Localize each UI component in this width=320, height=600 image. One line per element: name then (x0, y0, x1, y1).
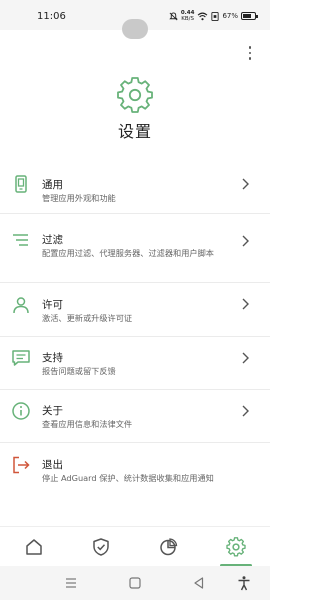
shield-check-icon[interactable] (91, 537, 111, 557)
menu-item-subtitle: 配置应用过滤、代理服务器、过滤器和用户脚本 (42, 248, 214, 258)
home-icon[interactable] (24, 537, 44, 557)
sim-icon (211, 11, 220, 21)
camera-cutout (122, 19, 148, 39)
chevron-right-icon (242, 298, 249, 310)
mute-icon (169, 11, 178, 20)
wifi-icon (198, 12, 208, 20)
gear-icon (117, 77, 153, 113)
menu-item-title: 许可 (42, 299, 63, 311)
menu-item-title: 支持 (42, 352, 63, 364)
menu-item-title: 通用 (42, 179, 63, 191)
more-vertical-icon (248, 46, 252, 49)
back-triangle-icon[interactable] (191, 575, 207, 591)
menu-icon[interactable] (63, 575, 79, 591)
battery-icon (241, 12, 258, 20)
more-options-button[interactable] (244, 44, 256, 62)
menu-item-about[interactable]: 关于 查看应用信息和法律文件 (0, 390, 270, 443)
menu-item-title: 关于 (42, 405, 63, 417)
status-time: 11:06 (37, 11, 66, 22)
exit-icon (13, 456, 30, 474)
chevron-right-icon (242, 352, 249, 364)
menu-item-support[interactable]: 支持 报告问题或留下反馈 (0, 337, 270, 390)
menu-item-subtitle: 停止 AdGuard 保护、统计数据收集和应用通知 (42, 473, 214, 483)
accessibility-icon[interactable] (236, 575, 252, 591)
chevron-right-icon (242, 405, 249, 417)
menu-item-title: 过滤 (42, 234, 63, 246)
net-speed-unit: KB/S (181, 16, 195, 22)
menu-item-subtitle: 管理应用外观和功能 (42, 193, 116, 203)
system-nav-bar (0, 566, 270, 600)
page-title: 设置 (117, 122, 152, 141)
home-square-icon[interactable] (127, 575, 143, 591)
menu-item-filtering[interactable]: 过滤 配置应用过滤、代理服务器、过滤器和用户脚本 (0, 214, 270, 283)
person-icon (13, 297, 29, 314)
chevron-right-icon (242, 235, 249, 247)
chevron-right-icon (242, 178, 249, 190)
info-icon (12, 402, 30, 420)
phone-icon (15, 175, 27, 193)
menu-item-subtitle: 查看应用信息和法律文件 (42, 419, 133, 429)
menu-item-subtitle: 激活、更新或升级许可证 (42, 313, 133, 323)
settings-icon[interactable] (226, 537, 246, 557)
menu-item-license[interactable]: 许可 激活、更新或升级许可证 (0, 283, 270, 337)
filter-lines-icon (13, 234, 28, 246)
menu-item-subtitle: 报告问题或留下反馈 (42, 366, 116, 376)
bottom-nav (0, 526, 270, 567)
menu-item-general[interactable]: 通用 管理应用外观和功能 (0, 158, 270, 214)
statistics-icon[interactable] (158, 537, 178, 557)
chat-icon (12, 350, 30, 366)
net-speed: 0.44 KB/S (181, 10, 195, 22)
menu-item-exit[interactable]: 退出 停止 AdGuard 保护、统计数据收集和应用通知 (0, 443, 270, 498)
battery-percent: 67% (222, 12, 238, 20)
status-icons: 0.44 KB/S 67% (169, 9, 258, 23)
menu-item-title: 退出 (42, 459, 63, 471)
